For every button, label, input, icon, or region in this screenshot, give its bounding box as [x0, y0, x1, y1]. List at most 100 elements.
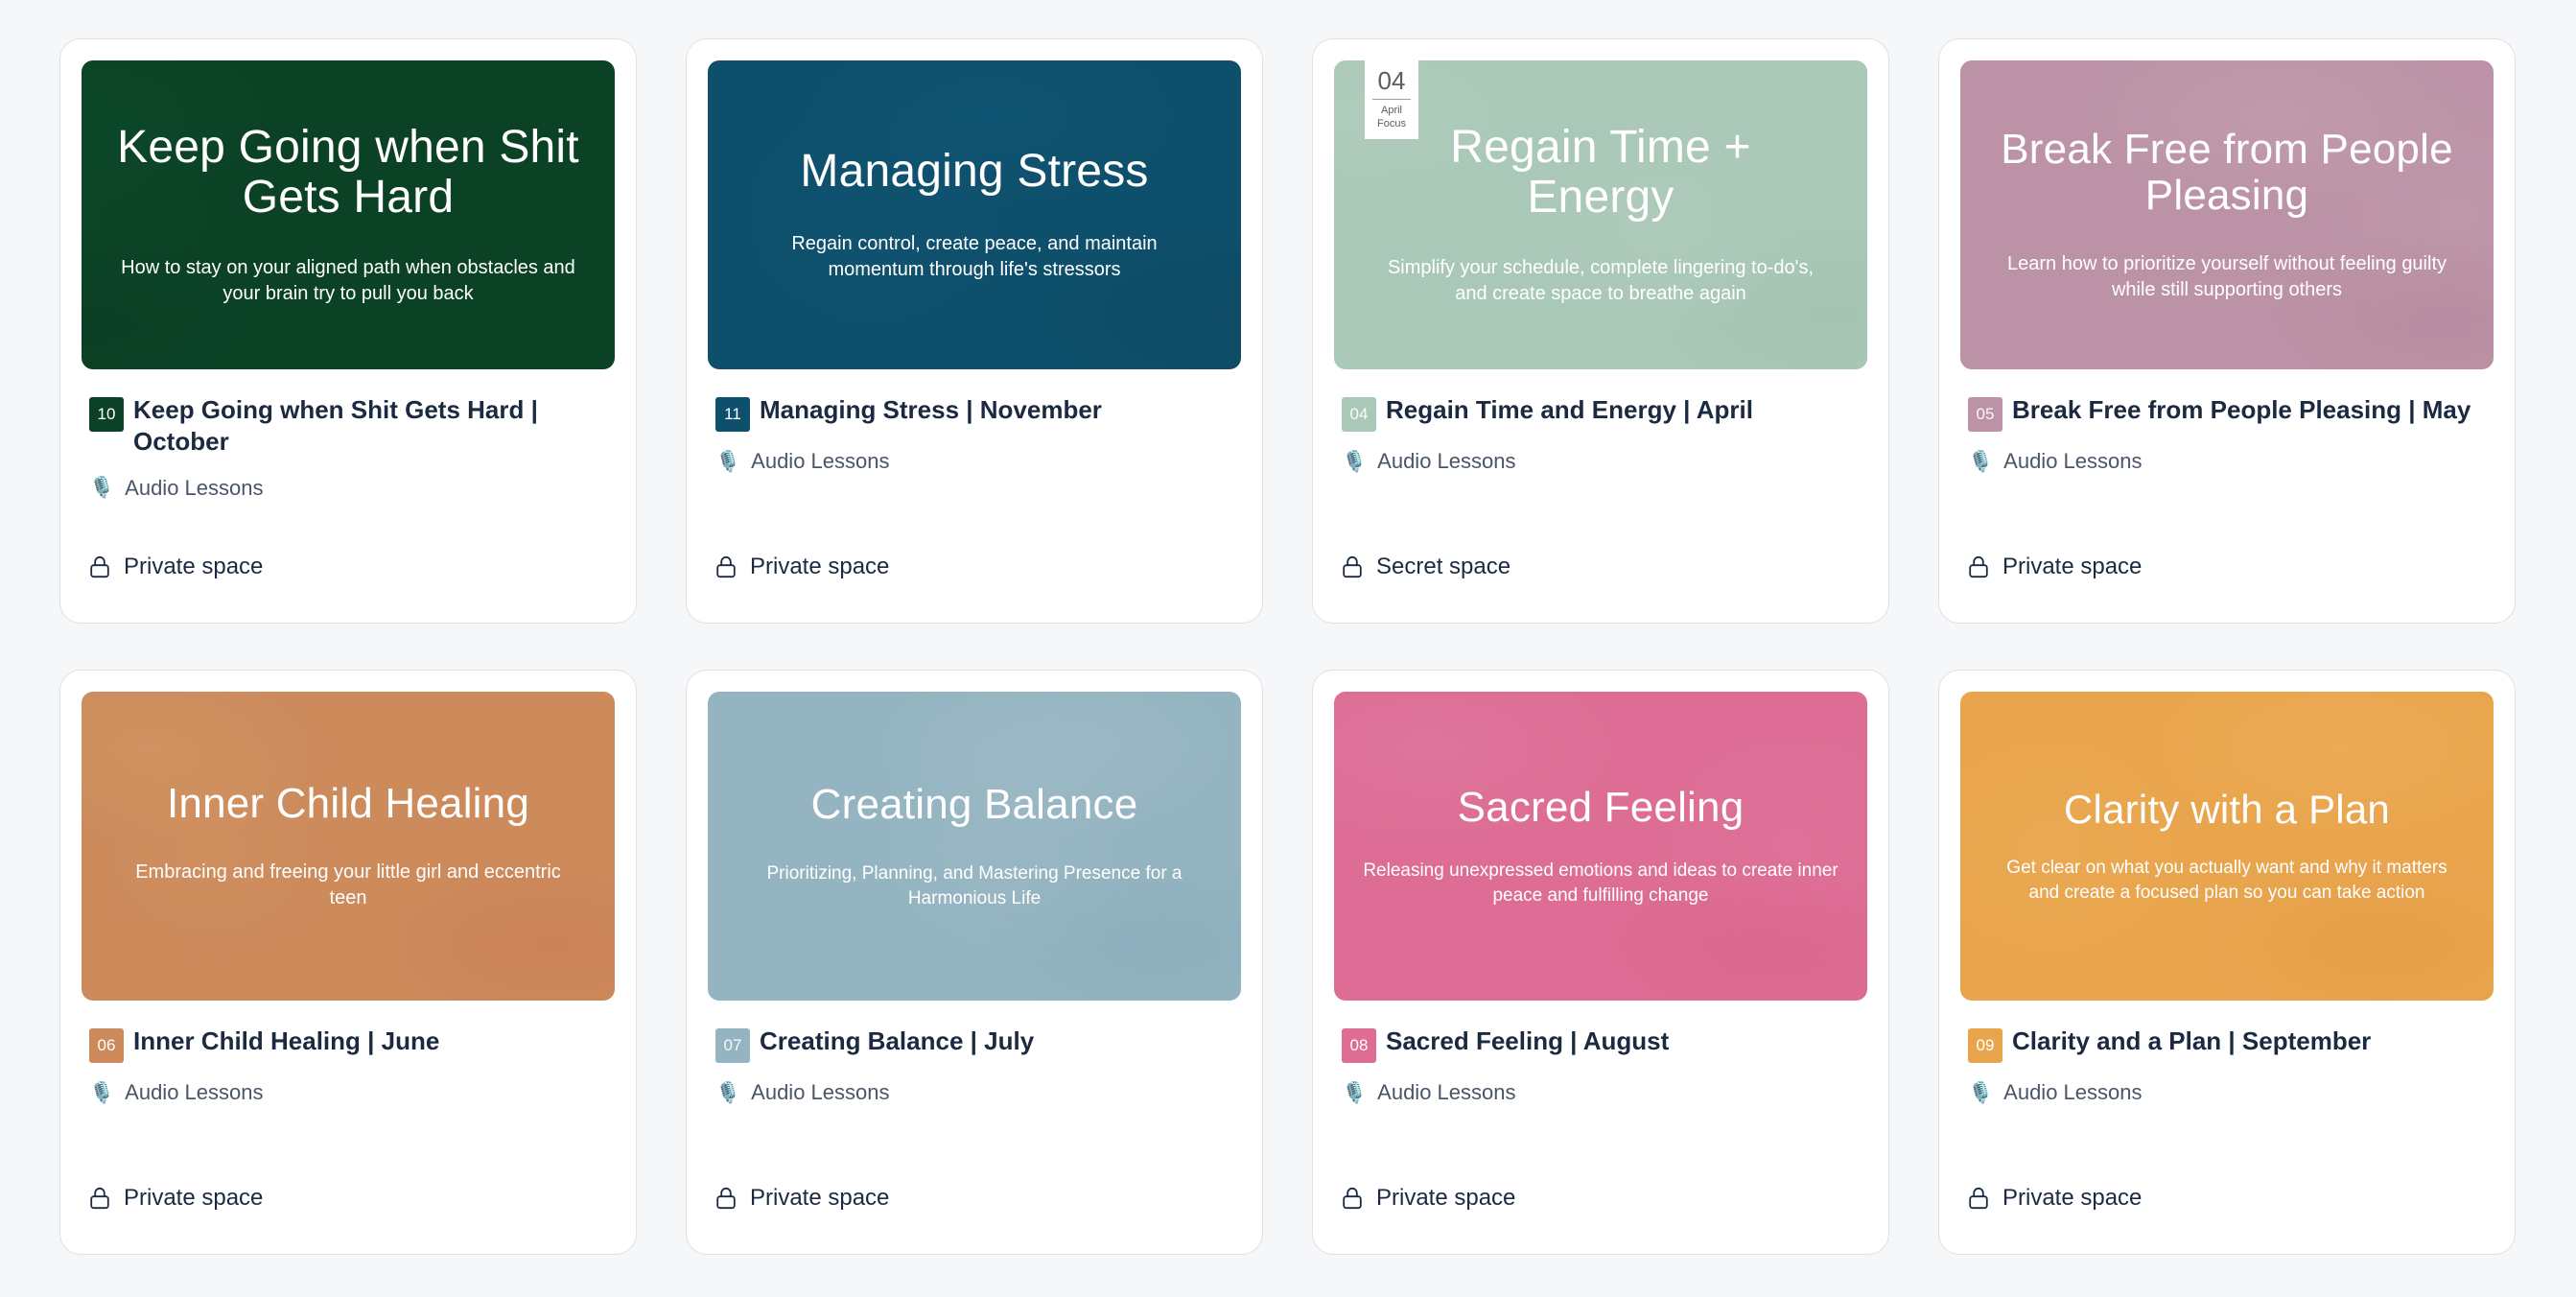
card-title: Managing Stress | November: [760, 395, 1102, 424]
cover-title: Creating Balance: [810, 780, 1138, 828]
card-space-label: Private space: [2002, 1185, 2143, 1211]
card-title-row[interactable]: 06 Inner Child Healing | June: [89, 1026, 607, 1063]
card-cover[interactable]: Sacred Feeling Releasing unexpressed emo…: [1334, 692, 1867, 1001]
card-title-row[interactable]: 11 Managing Stress | November: [715, 394, 1233, 432]
card-title: Keep Going when Shit Gets Hard | October: [133, 395, 538, 457]
lock-icon: [715, 1187, 737, 1210]
card-space-label: Private space: [124, 1185, 264, 1211]
card-number-chip: 11: [715, 397, 750, 432]
card-title-row[interactable]: 10 Keep Going when Shit Gets Hard | Octo…: [89, 394, 607, 459]
lock-icon: [1342, 555, 1363, 578]
card-cover[interactable]: Clarity with a Plan Get clear on what yo…: [1960, 692, 2494, 1001]
card-audio-label: Audio Lessons: [2003, 449, 2143, 473]
space-card-6[interactable]: Creating Balance Prioritizing, Planning,…: [686, 670, 1263, 1255]
cover-subtitle: Releasing unexpressed emotions and ideas…: [1363, 861, 1838, 906]
card-space-row: Private space: [1342, 1185, 1515, 1212]
lock-icon: [89, 1187, 110, 1210]
card-title: Regain Time and Energy | April: [1386, 395, 1753, 424]
space-card-4[interactable]: Break Free from People Pleasing Learn ho…: [1938, 38, 2516, 624]
card-audio-label: Audio Lessons: [125, 1080, 264, 1104]
cover-title: Sacred Feeling: [1457, 783, 1745, 831]
card-meta: 07 Creating Balance | July 🎙️ Audio Less…: [708, 1001, 1241, 1211]
card-meta: 05 Break Free from People Pleasing | May…: [1960, 369, 2494, 579]
space-card-7[interactable]: Sacred Feeling Releasing unexpressed emo…: [1312, 670, 1889, 1255]
card-meta: 11 Managing Stress | November 🎙️ Audio L…: [708, 369, 1241, 579]
card-cover[interactable]: Keep Going when Shit Gets Hard How to st…: [82, 60, 615, 369]
cover-title: Regain Time + Energy: [1450, 122, 1751, 223]
month-focus-badge: 04 April Focus: [1365, 60, 1418, 139]
lock-icon: [1968, 555, 1989, 578]
card-title: Creating Balance | July: [760, 1026, 1035, 1055]
focus-badge-number: 04: [1372, 68, 1411, 100]
cover-subtitle: Get clear on what you actually want and …: [2006, 858, 2447, 903]
focus-badge-label: April Focus: [1377, 105, 1406, 130]
space-card-2[interactable]: Managing Stress Regain control, create p…: [686, 38, 1263, 624]
card-title: Inner Child Healing | June: [133, 1026, 440, 1055]
card-number-chip: 04: [1342, 397, 1376, 432]
card-meta: 09 Clarity and a Plan | September 🎙️ Aud…: [1960, 1001, 2494, 1211]
card-cover[interactable]: Inner Child Healing Embracing and freein…: [82, 692, 615, 1001]
cover-title: Clarity with a Plan: [2064, 786, 2390, 832]
lock-icon: [89, 555, 110, 578]
card-space-label: Private space: [2002, 554, 2143, 579]
space-card-1[interactable]: Keep Going when Shit Gets Hard How to st…: [59, 38, 637, 624]
cover-subtitle: Learn how to prioritize yourself without…: [2006, 252, 2447, 300]
space-card-3[interactable]: 04 April Focus Regain Time + Energy Simpl…: [1312, 38, 1889, 624]
card-cover[interactable]: 04 April Focus Regain Time + Energy Simpl…: [1334, 60, 1867, 369]
card-audio-row: 🎙️ Audio Lessons: [715, 449, 1233, 474]
cover-title: Inner Child Healing: [166, 780, 529, 828]
microphone-icon: 🎙️: [1342, 1081, 1368, 1104]
card-cover[interactable]: Break Free from People Pleasing Learn ho…: [1960, 60, 2494, 369]
microphone-icon: 🎙️: [715, 1081, 741, 1104]
card-title-row[interactable]: 08 Sacred Feeling | August: [1342, 1026, 1860, 1063]
card-meta: 08 Sacred Feeling | August 🎙️ Audio Less…: [1334, 1001, 1867, 1211]
lock-icon: [1968, 1187, 1989, 1210]
microphone-icon: 🎙️: [1968, 1081, 1994, 1104]
cover-subtitle: Simplify your schedule, complete lingeri…: [1387, 256, 1815, 304]
card-title-row[interactable]: 04 Regain Time and Energy | April: [1342, 394, 1860, 432]
cover-texture: [708, 60, 1241, 369]
card-number-chip: 06: [89, 1028, 124, 1063]
microphone-icon: 🎙️: [89, 477, 115, 500]
card-title: Break Free from People Pleasing | May: [2012, 395, 2471, 424]
card-audio-row: 🎙️ Audio Lessons: [1342, 1080, 1860, 1105]
microphone-icon: 🎙️: [89, 1081, 115, 1104]
cover-texture: [708, 692, 1241, 1001]
cover-texture: [82, 692, 615, 1001]
card-space-row: Private space: [1968, 1185, 2142, 1212]
card-space-label: Private space: [750, 1185, 890, 1211]
cover-title: Keep Going when Shit Gets Hard: [117, 122, 579, 223]
card-space-row: Private space: [89, 1185, 263, 1212]
space-card-8[interactable]: Clarity with a Plan Get clear on what yo…: [1938, 670, 2516, 1255]
card-number-chip: 05: [1968, 397, 2002, 432]
card-audio-row: 🎙️ Audio Lessons: [1968, 1080, 2486, 1105]
card-number-chip: 09: [1968, 1028, 2002, 1063]
card-number-chip: 10: [89, 397, 124, 432]
cover-title: Managing Stress: [800, 146, 1149, 198]
cover-subtitle: Regain control, create peace, and mainta…: [791, 232, 1158, 280]
lock-icon: [715, 555, 737, 578]
card-title-row[interactable]: 05 Break Free from People Pleasing | May: [1968, 394, 2486, 432]
card-audio-label: Audio Lessons: [2003, 1080, 2143, 1104]
card-title-row[interactable]: 07 Creating Balance | July: [715, 1026, 1233, 1063]
cover-title: Break Free from People Pleasing: [2001, 126, 2453, 219]
card-meta: 06 Inner Child Healing | June 🎙️ Audio L…: [82, 1001, 615, 1211]
card-cover[interactable]: Creating Balance Prioritizing, Planning,…: [708, 692, 1241, 1001]
card-number-chip: 07: [715, 1028, 750, 1063]
card-audio-label: Audio Lessons: [751, 1080, 890, 1104]
card-title-row[interactable]: 09 Clarity and a Plan | September: [1968, 1026, 2486, 1063]
cover-texture: [1960, 692, 2494, 1001]
card-space-label: Secret space: [1376, 554, 1511, 579]
card-audio-row: 🎙️ Audio Lessons: [1968, 449, 2486, 474]
card-space-row: Private space: [89, 554, 263, 580]
cover-subtitle: How to stay on your aligned path when ob…: [121, 256, 575, 304]
card-meta: 10 Keep Going when Shit Gets Hard | Octo…: [82, 369, 615, 579]
card-meta: 04 Regain Time and Energy | April 🎙️ Aud…: [1334, 369, 1867, 579]
card-title: Clarity and a Plan | September: [2012, 1026, 2372, 1055]
microphone-icon: 🎙️: [715, 450, 741, 473]
card-cover[interactable]: Managing Stress Regain control, create p…: [708, 60, 1241, 369]
card-audio-label: Audio Lessons: [751, 449, 890, 473]
card-space-label: Private space: [750, 554, 890, 579]
space-card-5[interactable]: Inner Child Healing Embracing and freein…: [59, 670, 637, 1255]
card-space-row: Private space: [1968, 554, 2142, 580]
